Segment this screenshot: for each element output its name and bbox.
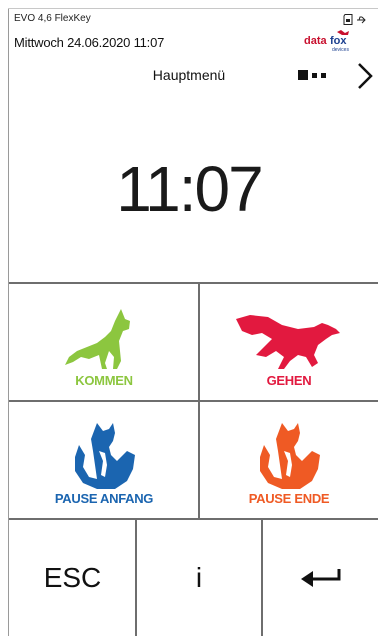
next-page-button[interactable]	[356, 62, 374, 90]
info-label: i	[195, 562, 203, 593]
date-time: Mittwoch 24.06.2020 11:07	[14, 35, 165, 50]
pause-anfang-label: PAUSE ANFANG	[54, 491, 154, 506]
pause-ende-button[interactable]: PAUSE ENDE	[200, 402, 378, 506]
svg-text:data: data	[304, 35, 328, 47]
frame-border-top	[8, 8, 378, 9]
fox-sitting-icon	[65, 309, 130, 369]
page-indicator-icon	[298, 70, 326, 80]
enter-button[interactable]	[263, 520, 378, 636]
terminal-screen: EVO 4,6 FlexKey Mittwoch 24.06.2020 11:0…	[0, 0, 378, 636]
page-dot	[312, 72, 317, 78]
kommen-label: KOMMEN	[75, 373, 133, 388]
datafox-logo: data fox devices	[304, 30, 356, 57]
gehen-label: GEHEN	[266, 373, 312, 388]
esc-label: ESC	[43, 562, 102, 593]
fox-running-icon	[236, 315, 340, 369]
fox-curled-icon	[260, 423, 320, 489]
svg-text:devices: devices	[332, 47, 349, 52]
status-icons	[343, 12, 366, 30]
sd-card-icon	[343, 12, 353, 30]
pause-ende-label: PAUSE ENDE	[248, 491, 330, 506]
gehen-button[interactable]: GEHEN	[200, 284, 378, 388]
info-button[interactable]: i	[137, 520, 261, 636]
usb-icon	[356, 12, 366, 30]
esc-button[interactable]: ESC	[10, 520, 135, 636]
pause-anfang-button[interactable]: PAUSE ANFANG	[10, 402, 198, 506]
page-dot	[321, 72, 326, 78]
fox-curled-icon	[75, 423, 135, 489]
enter-arrow-icon	[300, 569, 340, 587]
kommen-button[interactable]: KOMMEN	[10, 284, 198, 388]
svg-text:fox: fox	[330, 35, 347, 47]
clock-display: 11:07	[116, 153, 263, 225]
device-info: EVO 4,6 FlexKey	[14, 13, 91, 24]
page-dot-active	[298, 70, 308, 80]
frame-border-left	[8, 8, 9, 636]
chevron-right-icon	[358, 63, 373, 89]
